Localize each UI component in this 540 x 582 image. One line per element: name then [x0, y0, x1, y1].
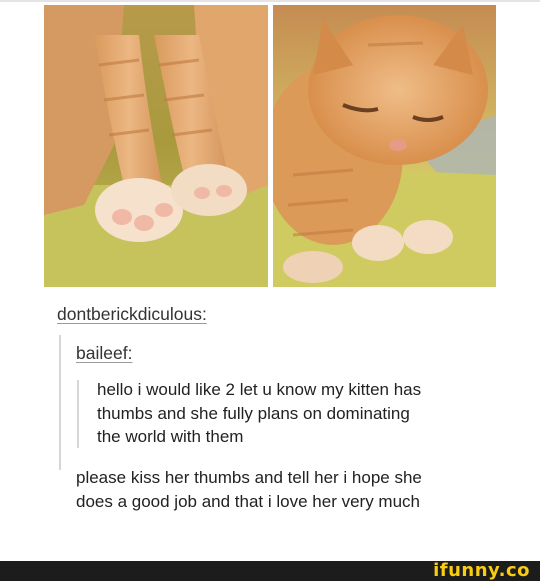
reply-line: does a good job and that i love her very…	[76, 491, 420, 511]
top-divider	[0, 0, 540, 2]
reply-line: please kiss her thumbs and tell her i ho…	[76, 468, 422, 487]
original-post-text: hello i would like 2 let u know my kitte…	[97, 378, 421, 449]
original-post-line: hello i would like 2 let u know my kitte…	[97, 380, 422, 399]
reply-text: please kiss her thumbs and tell her i ho…	[76, 466, 422, 513]
kitten-photo	[273, 5, 496, 287]
footer-bar: ifunny.co	[0, 560, 540, 582]
original-poster-username[interactable]: baileef:	[76, 343, 132, 363]
ifunny-logo[interactable]: ifunny.co	[433, 560, 530, 582]
original-post-line: the world with them	[97, 427, 244, 446]
reblogger-username[interactable]: dontberickdiculous:	[57, 304, 207, 324]
kitten-paws-image	[44, 5, 268, 287]
original-post-line: thumbs and she fully plans on dominating	[97, 403, 410, 423]
kitten-paws-photo	[44, 5, 268, 287]
kitten-image	[273, 5, 496, 287]
nested-blockquote-bar	[77, 380, 79, 448]
blockquote-bar	[59, 335, 61, 470]
